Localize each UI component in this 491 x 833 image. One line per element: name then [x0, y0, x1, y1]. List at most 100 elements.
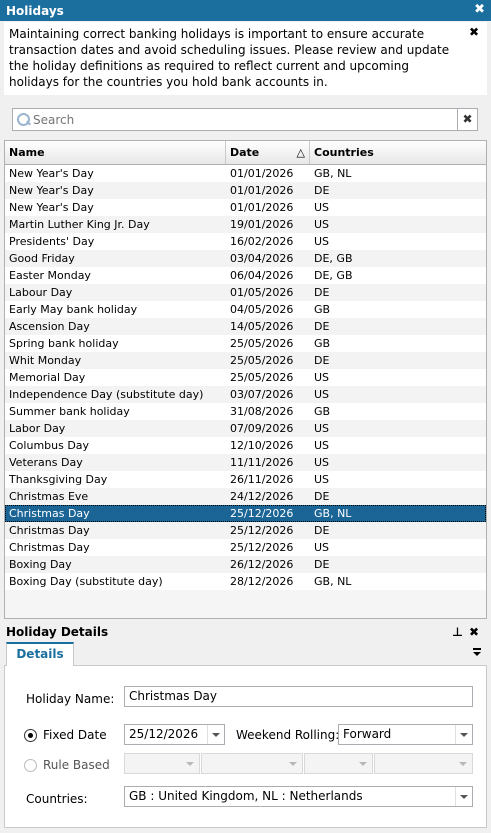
- table-row[interactable]: Good Friday 03/04/2026 DE, GB: [5, 250, 486, 267]
- fixed-date-radio[interactable]: [24, 729, 37, 742]
- table-row[interactable]: Christmas Day 25/12/2026 US: [5, 539, 486, 556]
- weekend-rolling-select[interactable]: Forward: [338, 724, 473, 745]
- column-header-name[interactable]: Name: [5, 141, 226, 164]
- table-row[interactable]: Summer bank holiday 31/08/2026 GB: [5, 403, 486, 420]
- cell-name: Christmas Eve: [9, 490, 89, 503]
- cell-date: 03/07/2026: [230, 388, 294, 401]
- column-header-countries[interactable]: Countries: [310, 141, 486, 164]
- tab-overflow-icon[interactable]: [473, 648, 481, 658]
- holidays-grid: Name Date △ Countries New Year's Day 01/01…: [4, 140, 487, 619]
- chevron-down-icon: [355, 754, 372, 773]
- table-row[interactable]: Whit Monday 25/05/2026 DE: [5, 352, 486, 369]
- column-header-name-label: Name: [9, 146, 45, 159]
- table-row[interactable]: Christmas Day 25/12/2026 DE: [5, 522, 486, 539]
- rule-month-select[interactable]: [374, 753, 473, 774]
- holiday-details-titlebar: Holiday Details ⊥ ✖: [4, 624, 487, 641]
- cell-name: Martin Luther King Jr. Day: [9, 218, 150, 231]
- cell-date: 28/12/2026: [230, 575, 294, 588]
- cell-date: 19/01/2026: [230, 218, 294, 231]
- column-header-date[interactable]: Date △: [226, 141, 310, 164]
- weekend-rolling-label: Weekend Rolling:: [236, 728, 340, 742]
- cell-date: 26/11/2026: [230, 473, 294, 486]
- table-row[interactable]: New Year's Day 01/01/2026 DE: [5, 182, 486, 199]
- table-row[interactable]: Martin Luther King Jr. Day 19/01/2026 US: [5, 216, 486, 233]
- rule-weekday-select[interactable]: [201, 753, 303, 774]
- search-box: ✖: [12, 108, 478, 131]
- cell-name: Good Friday: [9, 252, 75, 265]
- tab-details[interactable]: Details: [6, 642, 74, 666]
- cell-countries: GB, NL: [314, 575, 352, 588]
- chevron-down-icon[interactable]: [455, 725, 472, 744]
- table-row[interactable]: Boxing Day 26/12/2026 DE: [5, 556, 486, 573]
- cell-date: 07/09/2026: [230, 422, 294, 435]
- grid-body: New Year's Day 01/01/2026 GB, NL New Year's…: [5, 165, 486, 590]
- table-row[interactable]: Christmas Day 25/12/2026 GB, NL: [5, 505, 486, 522]
- rule-relation-select[interactable]: [304, 753, 373, 774]
- cell-name: Early May bank holiday: [9, 303, 138, 316]
- chevron-down-icon[interactable]: [455, 787, 472, 806]
- cell-date: 11/11/2026: [230, 456, 294, 469]
- holidays-panel-title: Holidays ✖: [0, 0, 491, 21]
- table-row[interactable]: Columbus Day 12/10/2026 US: [5, 437, 486, 454]
- pin-icon[interactable]: ⊥: [452, 624, 463, 641]
- rule-based-radio[interactable]: [24, 759, 37, 772]
- grid-header: Name Date △ Countries: [5, 141, 486, 165]
- chevron-down-icon: [182, 754, 199, 773]
- table-row[interactable]: Boxing Day (substitute day) 28/12/2026 GB,…: [5, 573, 486, 590]
- countries-select[interactable]: GB : United Kingdom, NL : Netherlands: [124, 786, 473, 807]
- cell-date: 25/05/2026: [230, 371, 294, 384]
- cell-countries: DE: [314, 286, 330, 299]
- table-row[interactable]: Veterans Day 11/11/2026 US: [5, 454, 486, 471]
- table-row[interactable]: Thanksgiving Day 26/11/2026 US: [5, 471, 486, 488]
- cell-countries: US: [314, 541, 330, 554]
- cell-name: New Year's Day: [9, 167, 94, 180]
- table-row[interactable]: Early May bank holiday 04/05/2026 GB: [5, 301, 486, 318]
- clear-search-icon[interactable]: ✖: [457, 109, 477, 130]
- dismiss-info-icon[interactable]: ✖: [469, 24, 479, 40]
- cell-date: 01/01/2026: [230, 167, 294, 180]
- cell-name: Boxing Day: [9, 558, 72, 571]
- info-message: Maintaining correct banking holidays is …: [4, 22, 487, 95]
- cell-name: Christmas Day: [9, 507, 90, 520]
- cell-countries: DE: [314, 354, 330, 367]
- chevron-down-icon[interactable]: [207, 725, 224, 744]
- cell-countries: US: [314, 371, 330, 384]
- table-row[interactable]: Labor Day 07/09/2026 US: [5, 420, 486, 437]
- info-text: Maintaining correct banking holidays is …: [9, 27, 450, 89]
- cell-name: Christmas Day: [9, 541, 90, 554]
- fixed-date-picker[interactable]: 25/12/2026: [124, 724, 225, 745]
- rule-occurrence-select[interactable]: [124, 753, 200, 774]
- table-row[interactable]: New Year's Day 01/01/2026 GB, NL: [5, 165, 486, 182]
- holiday-name-label: Holiday Name:: [26, 692, 115, 706]
- cell-countries: US: [314, 201, 330, 214]
- table-row[interactable]: Independence Day (substitute day) 03/07/2…: [5, 386, 486, 403]
- table-row[interactable]: Presidents' Day 16/02/2026 US: [5, 233, 486, 250]
- cell-countries: US: [314, 456, 330, 469]
- cell-name: New Year's Day: [9, 184, 94, 197]
- cell-countries: DE: [314, 524, 330, 537]
- table-row[interactable]: Memorial Day 25/05/2026 US: [5, 369, 486, 386]
- cell-countries: GB: [314, 337, 331, 350]
- cell-countries: DE, GB: [314, 269, 353, 282]
- table-row[interactable]: Christmas Eve 24/12/2026 DE: [5, 488, 486, 505]
- search-input[interactable]: [33, 109, 457, 130]
- table-row[interactable]: Ascension Day 14/05/2026 DE: [5, 318, 486, 335]
- cell-name: Easter Monday: [9, 269, 91, 282]
- cell-name: Boxing Day (substitute day): [9, 575, 163, 588]
- cell-name: Spring bank holiday: [9, 337, 119, 350]
- cell-name: Summer bank holiday: [9, 405, 130, 418]
- cell-date: 14/05/2026: [230, 320, 294, 333]
- table-row[interactable]: New Year's Day 01/01/2026 US: [5, 199, 486, 216]
- holiday-name-field[interactable]: Christmas Day: [124, 686, 473, 707]
- countries-value: GB : United Kingdom, NL : Netherlands: [129, 789, 363, 803]
- table-row[interactable]: Labour Day 01/05/2026 DE: [5, 284, 486, 301]
- close-icon[interactable]: ✖: [474, 2, 485, 17]
- cell-name: Labour Day: [9, 286, 73, 299]
- holiday-details-form: Holiday Name: Christmas Day Fixed Date 2…: [4, 666, 487, 828]
- close-details-icon[interactable]: ✖: [469, 624, 479, 641]
- table-row[interactable]: Easter Monday 06/04/2026 DE, GB: [5, 267, 486, 284]
- cell-name: Whit Monday: [9, 354, 82, 367]
- cell-name: Thanksgiving Day: [9, 473, 108, 486]
- cell-countries: DE: [314, 184, 330, 197]
- table-row[interactable]: Spring bank holiday 25/05/2026 GB: [5, 335, 486, 352]
